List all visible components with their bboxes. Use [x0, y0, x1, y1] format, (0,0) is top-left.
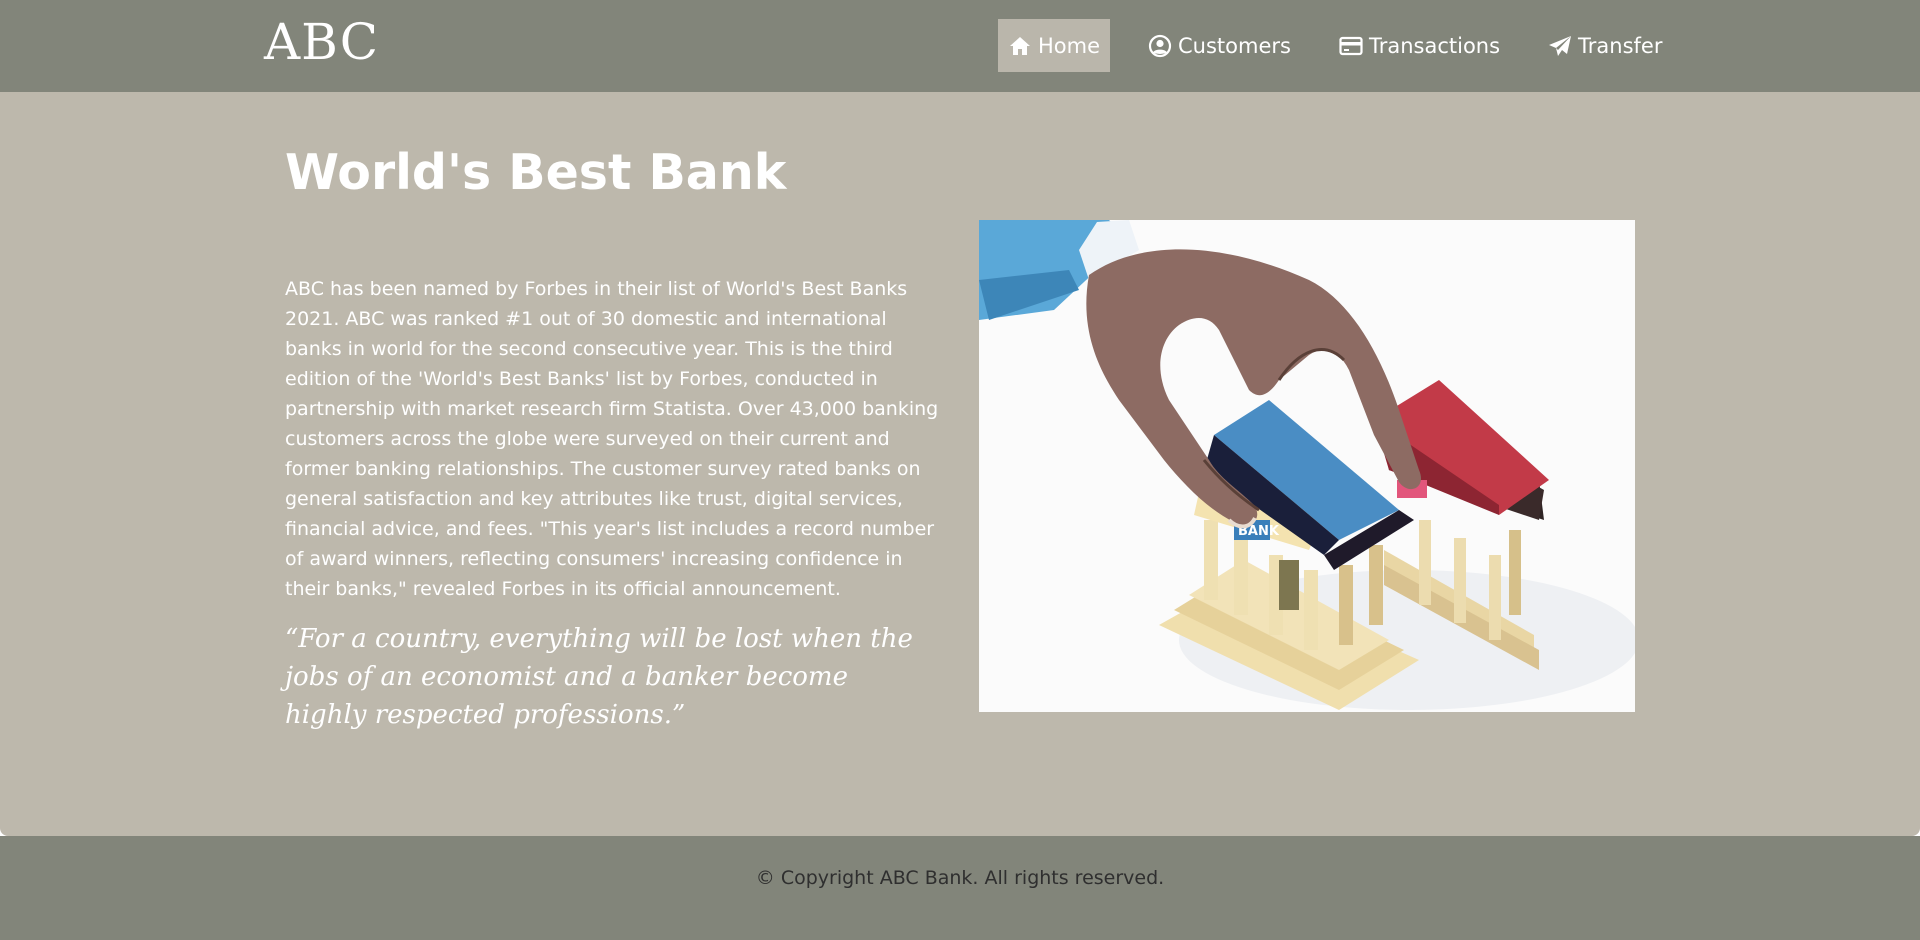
page-title: World's Best Bank — [285, 144, 787, 201]
brand-logo[interactable]: ABC — [264, 12, 379, 72]
nav-customers[interactable]: Customers — [1138, 19, 1301, 72]
paper-plane-icon — [1548, 34, 1572, 58]
home-icon — [1008, 34, 1032, 58]
copyright-text: © Copyright ABC Bank. All rights reserve… — [755, 867, 1165, 889]
article-text: ABC has been named by Forbes in their li… — [285, 278, 939, 600]
nav-transfer-label: Transfer — [1578, 33, 1663, 58]
main-content: World's Best Bank ABC has been named by … — [0, 92, 1920, 836]
nav-transfer[interactable]: Transfer — [1538, 19, 1672, 72]
credit-card-icon — [1339, 34, 1363, 58]
nav-home[interactable]: Home — [998, 19, 1111, 72]
quote-text: “For a country, everything will be lost … — [285, 624, 913, 730]
nav-transactions[interactable]: Transactions — [1329, 19, 1510, 72]
footer: © Copyright ABC Bank. All rights reserve… — [0, 836, 1920, 940]
main-nav: Home Customers Transactions Transfer — [998, 19, 1701, 72]
nav-home-label: Home — [1038, 33, 1101, 58]
nav-customers-label: Customers — [1178, 33, 1291, 58]
hero-image: BANK — [979, 220, 1635, 712]
user-circle-icon — [1148, 34, 1172, 58]
top-navbar: ABC Home Customers Transactions Transfer — [0, 0, 1920, 92]
nav-transactions-label: Transactions — [1368, 33, 1501, 58]
